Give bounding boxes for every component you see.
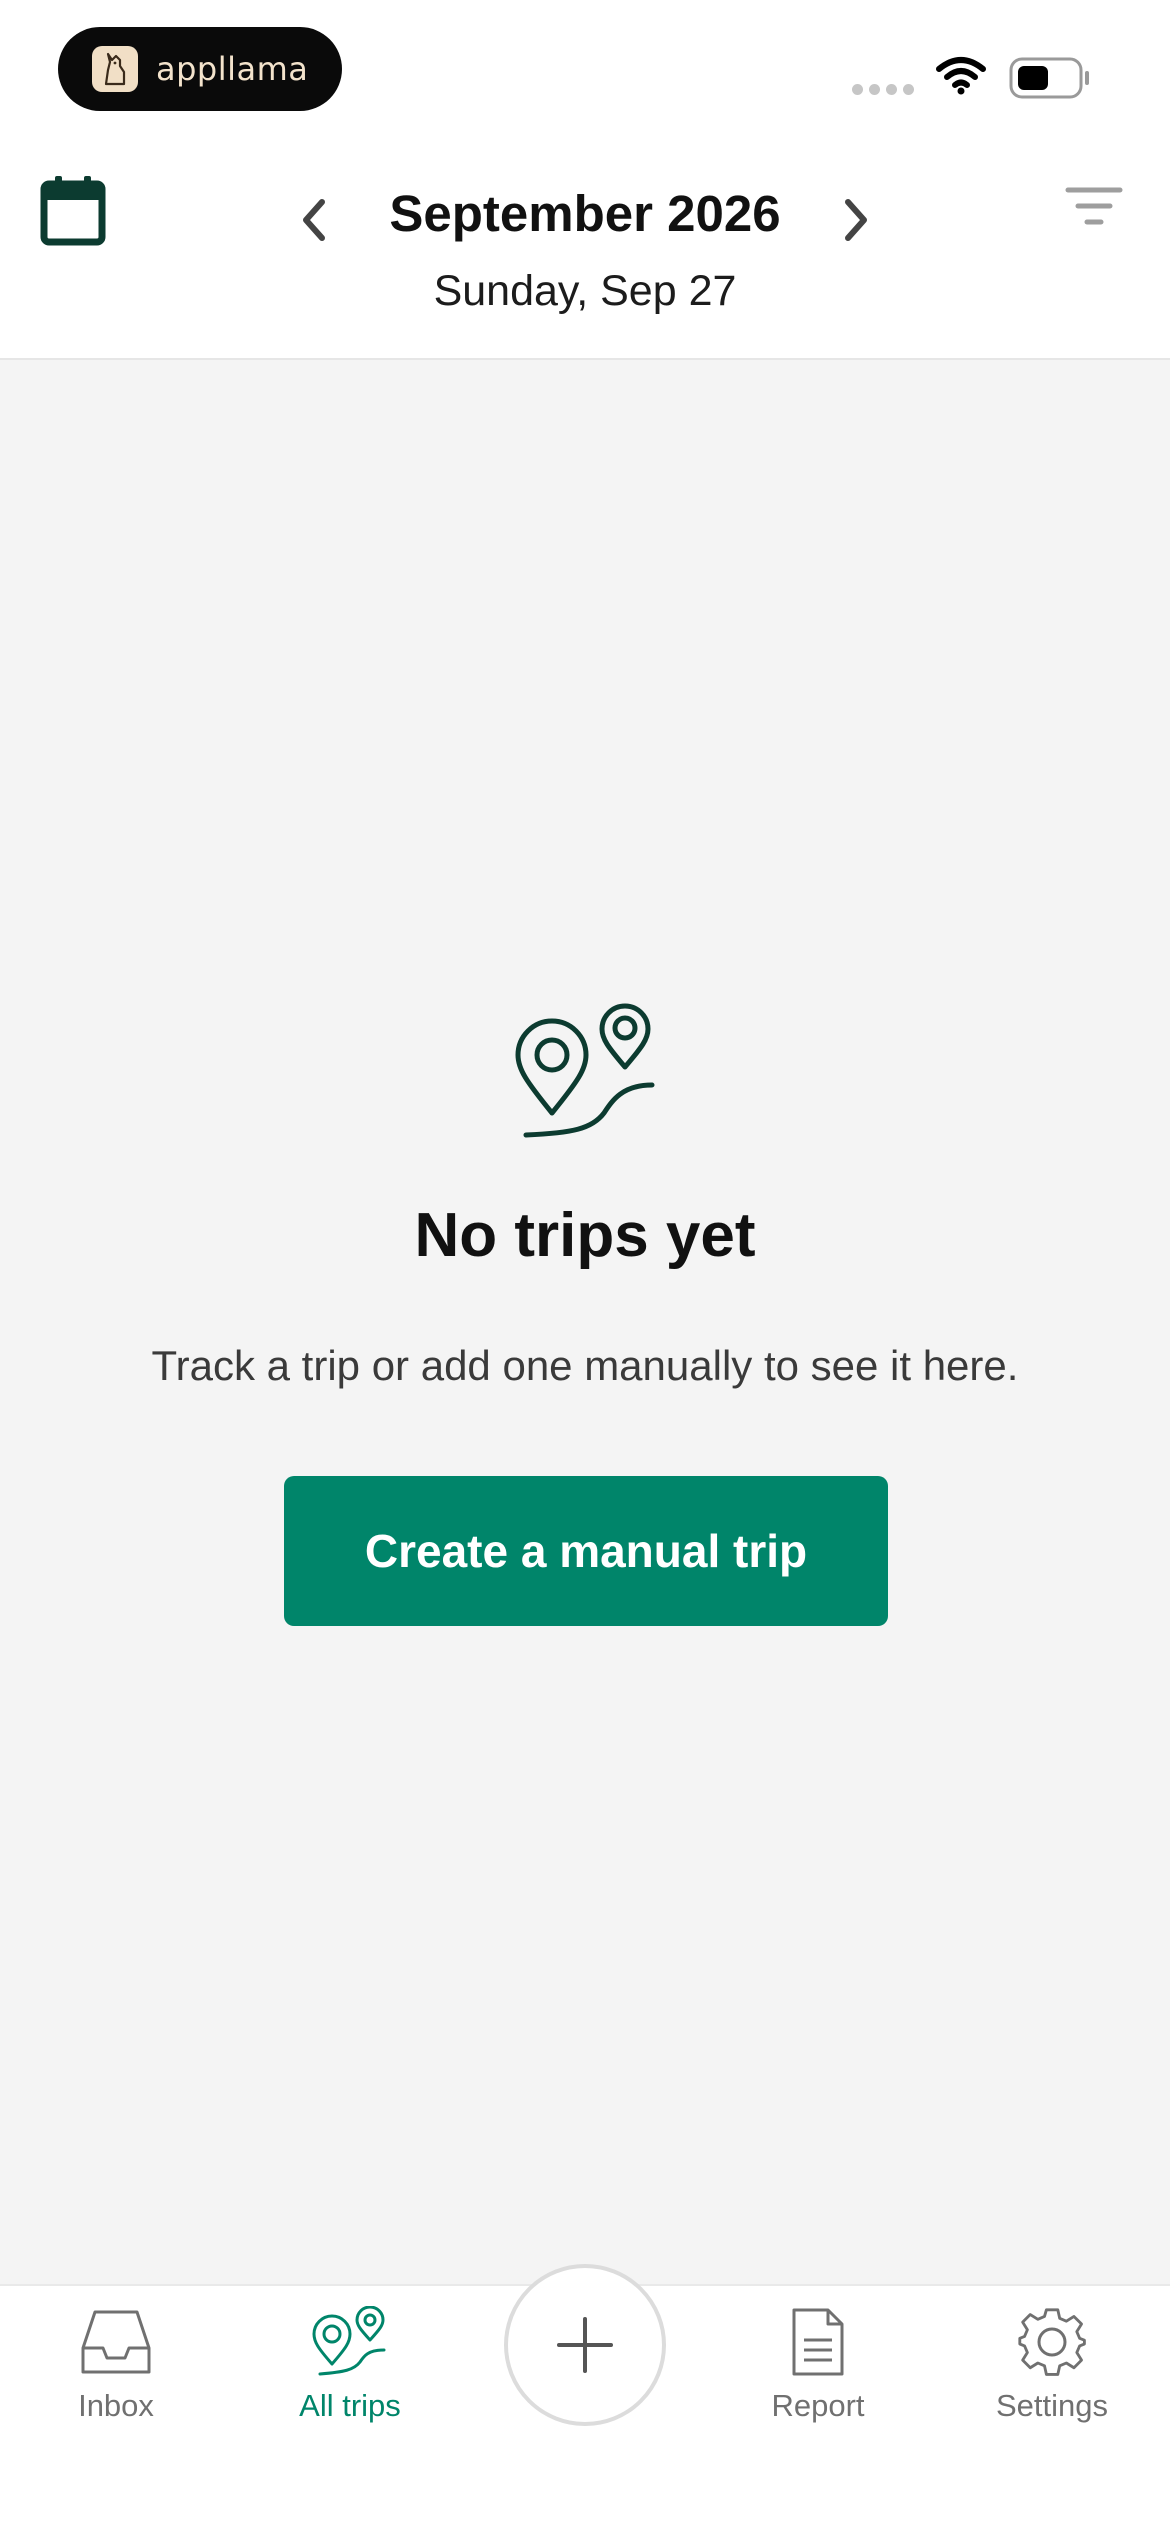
status-bar: appllama <box>0 0 1170 160</box>
inbox-icon <box>81 2310 151 2374</box>
tab-label-inbox: Inbox <box>78 2388 154 2423</box>
tab-settings[interactable]: Settings <box>952 2306 1152 2456</box>
month-title: September 2026 <box>389 185 781 242</box>
document-icon <box>792 2308 844 2376</box>
llama-logo-icon <box>92 46 138 92</box>
map-pins-icon <box>312 2306 386 2376</box>
empty-state-title: No trips yet <box>414 1201 756 1270</box>
map-pins-route-icon <box>515 1003 655 1138</box>
tab-label-settings: Settings <box>995 2388 1108 2423</box>
create-manual-trip-button[interactable]: Create a manual trip <box>284 1476 888 1626</box>
wifi-icon <box>936 57 986 95</box>
signal-dots-icon <box>852 84 914 95</box>
empty-state-message: Track a trip or add one manually to see … <box>151 1342 1019 1389</box>
brand-name: appllama <box>156 50 309 88</box>
tab-label-all-trips: All trips <box>299 2388 401 2423</box>
tab-report[interactable]: Report <box>718 2306 918 2456</box>
plus-icon <box>557 2317 613 2373</box>
chevron-left-icon[interactable] <box>290 190 340 250</box>
tab-all-trips[interactable]: All trips <box>250 2306 450 2456</box>
filter-icon[interactable] <box>1064 182 1124 232</box>
chevron-right-icon[interactable] <box>830 190 880 250</box>
calendar-icon[interactable] <box>40 174 106 246</box>
day-subtitle: Sunday, Sep 27 <box>433 267 737 315</box>
tab-inbox[interactable]: Inbox <box>16 2306 216 2456</box>
brand-badge: appllama <box>58 27 342 111</box>
add-trip-button[interactable] <box>504 2264 666 2426</box>
gear-icon <box>1018 2308 1086 2376</box>
app-screen: appllama September 2026 Sunday, Sep 27 N… <box>0 0 1170 2532</box>
tab-label-report: Report <box>771 2388 865 2423</box>
battery-icon <box>1009 57 1089 99</box>
date-header: September 2026 Sunday, Sep 27 <box>0 160 1170 360</box>
